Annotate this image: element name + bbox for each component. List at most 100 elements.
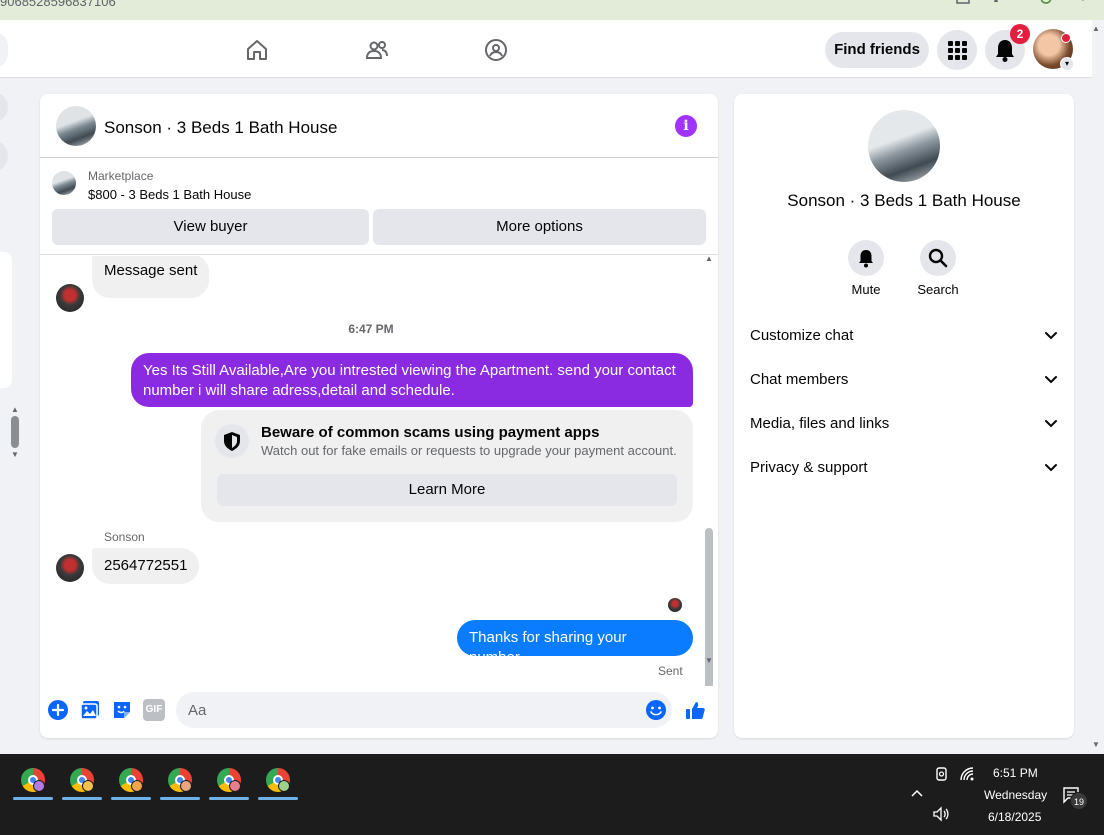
- message-input[interactable]: [176, 692, 672, 728]
- chat-scroll-up-icon[interactable]: ▲: [704, 256, 714, 263]
- emoji-icon[interactable]: [645, 699, 667, 721]
- groups-icon[interactable]: [484, 38, 508, 62]
- chevron-down-icon: [1045, 332, 1057, 340]
- taskbar-app-chrome-6[interactable]: [258, 762, 298, 800]
- chat-panel: Sonson · 3 Beds 1 Bath House i Marketpla…: [40, 94, 718, 738]
- left-sidebar-stub-1[interactable]: [0, 92, 8, 122]
- details-avatar[interactable]: [868, 110, 940, 182]
- account-alert-dot: [1061, 33, 1071, 43]
- details-title: Sonson · 3 Beds 1 Bath House: [787, 191, 1021, 210]
- search-box-stub[interactable]: [0, 32, 8, 68]
- browser-strip: 90685285968371​06: [0, 0, 1104, 20]
- scam-warning-card: Beware of common scams using payment app…: [201, 410, 693, 522]
- cast-icon[interactable]: [956, 0, 970, 6]
- profile-badge-icon: [131, 780, 143, 792]
- message-bubble-outgoing[interactable]: Thanks for sharing your number: [457, 620, 693, 666]
- left-scrollbar[interactable]: ▲ ▼: [11, 405, 21, 467]
- scam-warning-subtitle: Watch out for fake emails or requests to…: [261, 443, 677, 458]
- info-icon[interactable]: i: [675, 115, 697, 137]
- volume-icon[interactable]: [932, 806, 950, 822]
- bookmark-star-icon[interactable]: [989, 0, 1003, 6]
- left-scroll-down-icon[interactable]: ▼: [11, 450, 21, 459]
- sent-status-label: Sent: [658, 664, 683, 678]
- top-navigation: Find friends 2 ▾: [0, 20, 1092, 78]
- privacy-support-row[interactable]: Privacy & support: [750, 448, 1058, 488]
- plus-circle-icon[interactable]: [47, 699, 69, 721]
- taskbar-app-chrome-2[interactable]: [62, 762, 102, 800]
- clock-day[interactable]: Wednesday: [984, 788, 1047, 802]
- grid-menu-icon: [948, 41, 967, 60]
- chat-scroll-down-icon[interactable]: ▼: [704, 656, 714, 665]
- taskbar-app-chrome-1[interactable]: [13, 762, 53, 800]
- search-action[interactable]: Search: [910, 240, 966, 297]
- chat-members-label: Chat members: [750, 371, 849, 388]
- search-label: Search: [917, 282, 959, 297]
- find-friends-button[interactable]: Find friends: [825, 32, 929, 68]
- notification-count-badge: 19: [1070, 792, 1088, 810]
- taskbar-app-chrome-3[interactable]: [111, 762, 151, 800]
- conversation-title[interactable]: Sonson · 3 Beds 1 Bath House: [104, 118, 337, 138]
- windows-taskbar: 6:51 PM Wednesday 6/18/2025 19: [0, 754, 1104, 835]
- clock-date[interactable]: 6/18/2025: [988, 810, 1041, 824]
- friends-icon[interactable]: [365, 38, 389, 62]
- view-buyer-button[interactable]: View buyer: [52, 209, 369, 245]
- mic-device-icon[interactable]: [934, 766, 950, 782]
- left-sidebar-card-stub: [0, 252, 12, 388]
- thumbs-up-icon[interactable]: [684, 699, 706, 721]
- mute-label: Mute: [851, 282, 881, 297]
- clock-time[interactable]: 6:51 PM: [993, 766, 1038, 780]
- tray-chevron-up-icon[interactable]: [910, 788, 924, 798]
- sticker-icon[interactable]: [111, 699, 133, 721]
- sender-avatar[interactable]: [56, 554, 84, 582]
- message-bubble-outgoing[interactable]: Yes Its Still Available,Are you intreste…: [131, 353, 693, 407]
- shield-icon-wrap: [215, 424, 249, 458]
- customize-chat-row[interactable]: Customize chat: [750, 316, 1058, 356]
- gif-icon[interactable]: GIF: [143, 699, 165, 721]
- listing-title[interactable]: $800 - 3 Beds 1 Bath House: [88, 187, 251, 202]
- conversation-avatar[interactable]: [56, 106, 96, 146]
- listing-thumbnail[interactable]: [52, 171, 76, 195]
- media-files-links-row[interactable]: Media, files and links: [750, 404, 1058, 444]
- message-composer: GIF: [40, 686, 718, 738]
- profile-badge-icon: [180, 780, 192, 792]
- scam-warning-title: Beware of common scams using payment app…: [261, 424, 600, 441]
- chat-members-row[interactable]: Chat members: [750, 360, 1058, 400]
- taskbar-app-chrome-4[interactable]: [160, 762, 200, 800]
- message-timestamp: 6:47 PM: [348, 322, 394, 336]
- bell-icon: [859, 250, 873, 268]
- sender-avatar[interactable]: [56, 284, 84, 312]
- page-scroll-down-icon[interactable]: ▼: [1092, 740, 1100, 749]
- address-bar-text[interactable]: 90685285968371​06: [0, 0, 116, 9]
- notification-badge: 2: [1010, 24, 1030, 44]
- mute-button[interactable]: [848, 240, 884, 276]
- search-button[interactable]: [920, 240, 956, 276]
- home-icon[interactable]: [245, 38, 269, 62]
- account-chevron-icon[interactable]: ▾: [1060, 57, 1074, 71]
- profile-icon[interactable]: [1039, 0, 1053, 6]
- marketplace-listing-bar: Marketplace $800 - 3 Beds 1 Bath House V…: [40, 159, 718, 255]
- profile-badge-icon: [278, 780, 290, 792]
- taskbar-app-chrome-5[interactable]: [209, 762, 249, 800]
- left-sidebar-stub-2[interactable]: [0, 140, 8, 172]
- learn-more-button[interactable]: Learn More: [217, 474, 677, 506]
- profile-badge-icon: [229, 780, 241, 792]
- page-scroll-up-icon[interactable]: ▲: [1092, 24, 1100, 33]
- search-icon: [928, 248, 948, 268]
- message-bubble-incoming[interactable]: 2564772551: [92, 548, 200, 584]
- profile-badge-icon: [33, 780, 45, 792]
- mute-action[interactable]: Mute: [838, 240, 894, 297]
- photo-gallery-icon[interactable]: [79, 699, 101, 721]
- message-bubble-incoming[interactable]: Message sent: [92, 256, 210, 298]
- left-scroll-up-icon[interactable]: ▲: [11, 405, 21, 414]
- chevron-down-icon: [1045, 464, 1057, 472]
- chat-details-panel: Sonson · 3 Beds 1 Bath House Mute Search…: [734, 94, 1074, 738]
- menu-button[interactable]: [937, 30, 977, 70]
- chat-header: Sonson · 3 Beds 1 Bath House i: [40, 94, 718, 158]
- wifi-icon[interactable]: [959, 766, 975, 782]
- more-options-button[interactable]: More options: [373, 209, 706, 245]
- left-scroll-thumb[interactable]: [11, 416, 19, 448]
- menu-dots-icon[interactable]: [1076, 0, 1090, 6]
- shield-icon: [224, 432, 240, 451]
- seen-indicator-avatar: [668, 598, 682, 612]
- customize-chat-label: Customize chat: [750, 327, 854, 344]
